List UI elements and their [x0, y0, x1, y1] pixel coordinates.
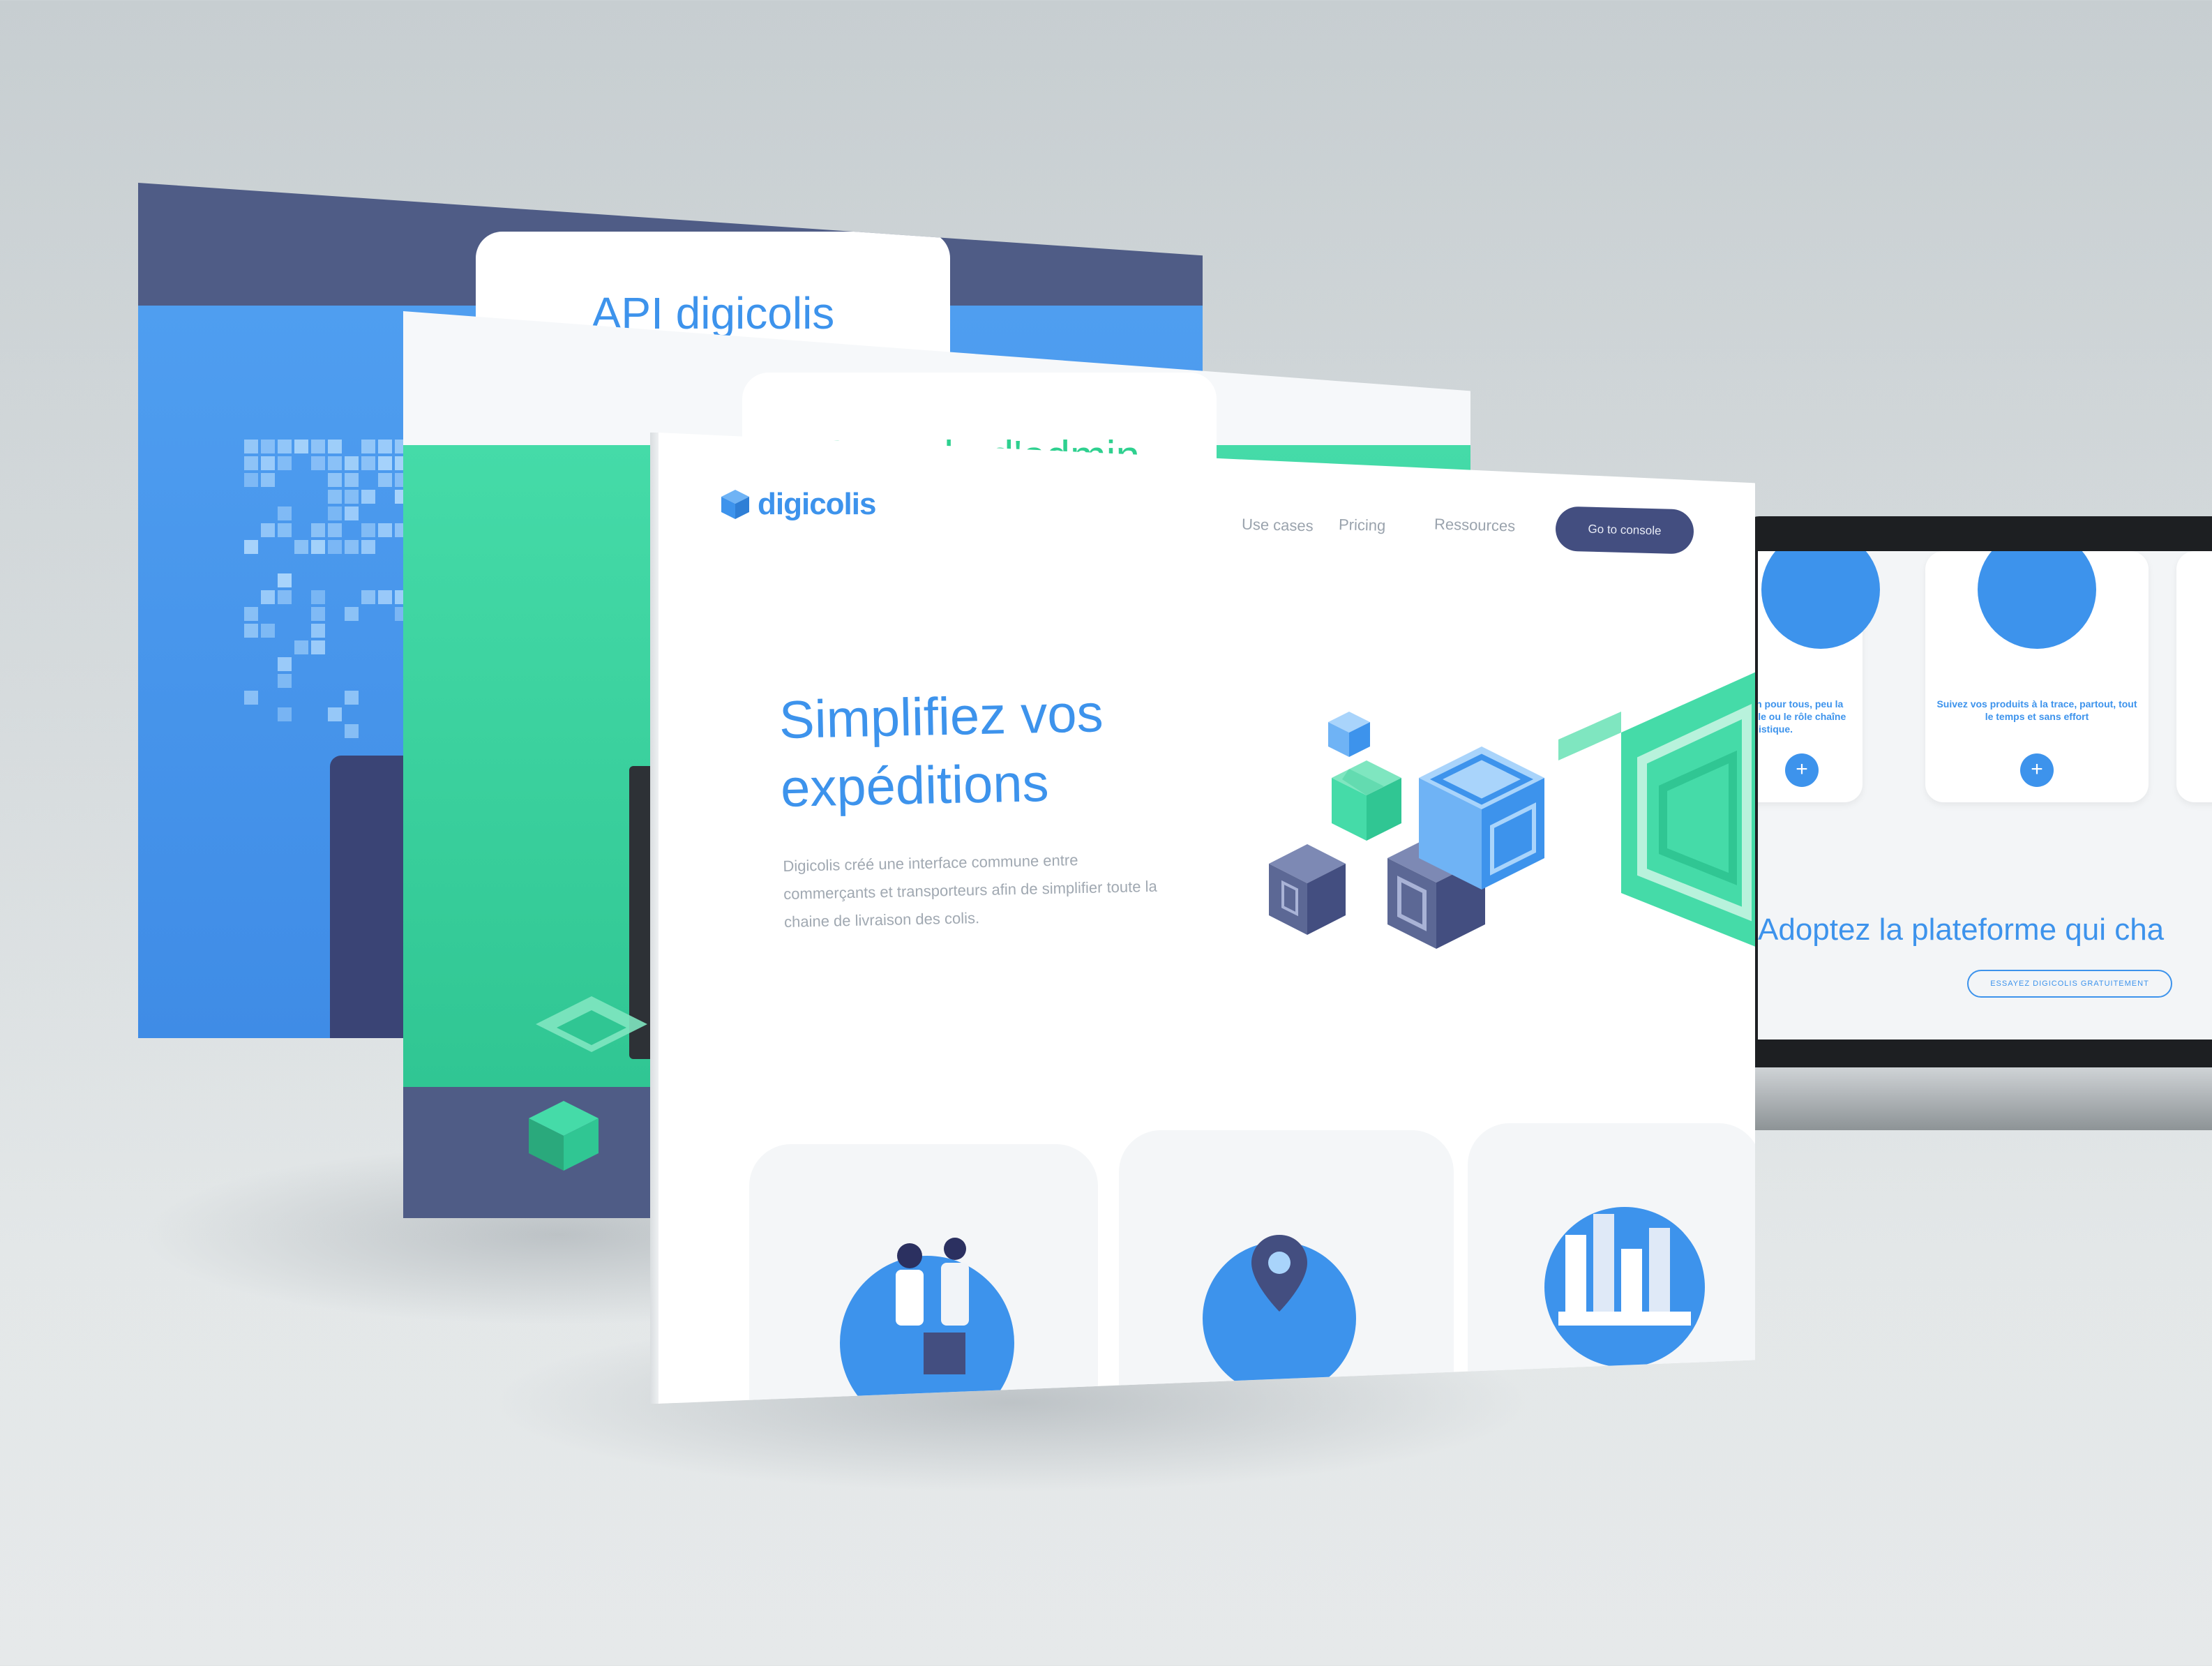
pixel [345, 473, 359, 487]
person-illustration [896, 1238, 969, 1374]
pixel [311, 523, 325, 537]
pixel [328, 490, 342, 504]
pixel [261, 523, 275, 537]
pixel [244, 607, 258, 621]
pixel [345, 607, 359, 621]
pixel [244, 473, 258, 487]
pixel [278, 440, 292, 453]
location-pin-icon [1251, 1235, 1307, 1312]
pixel [311, 540, 325, 554]
logo[interactable]: digicolis [720, 487, 876, 522]
laptop-base [1730, 1067, 2212, 1130]
section-headline: Adoptez la plateforme qui cha [1758, 913, 2165, 947]
pixel [378, 456, 392, 470]
pixel [278, 456, 292, 470]
pixel [361, 590, 375, 604]
feature-card: Suivez vos produits à la trace, partout,… [1925, 551, 2149, 802]
hero-description: Digicolis créé une interface commune ent… [783, 851, 1157, 931]
pixel [278, 523, 292, 537]
feature-card-city [1468, 1123, 1755, 1404]
pixel [278, 573, 292, 587]
pixel [311, 624, 325, 638]
feature-card-text: tion pour tous, peu la taille ou le rôle… [1758, 698, 1846, 735]
pixel [278, 674, 292, 688]
pixel [244, 691, 258, 705]
hero-title-line: Simplifiez vos [778, 684, 1104, 750]
pixel [345, 490, 359, 504]
pixel [345, 540, 359, 554]
pixel [294, 640, 308, 654]
try-free-button[interactable]: ESSAYEZ DIGICOLIS GRATUITEMENT [1967, 970, 2172, 998]
pixel [328, 540, 342, 554]
pixel [345, 691, 359, 705]
pixel [278, 506, 292, 520]
pixel [345, 724, 359, 738]
pixel [328, 440, 342, 453]
panel-edge [650, 433, 660, 1404]
pixel [278, 657, 292, 671]
pixel [378, 590, 392, 604]
pixel [244, 540, 258, 554]
feature-illustration [1761, 551, 1880, 649]
pixel [378, 473, 392, 487]
plus-icon[interactable]: + [2020, 753, 2054, 787]
green-cubes-illustration [529, 996, 647, 1171]
pixel [278, 590, 292, 604]
pixel [261, 456, 275, 470]
pixel [361, 523, 375, 537]
pixel [261, 590, 275, 604]
nav-resources[interactable]: Ressources [1434, 515, 1516, 535]
pixel [311, 456, 325, 470]
landing-page-panel: digicolis Use cases Pricing Ressources G… [659, 433, 1755, 1404]
plus-icon[interactable]: + [1785, 753, 1819, 787]
pixel [328, 473, 342, 487]
pixel [328, 523, 342, 537]
pixel [294, 440, 308, 453]
feature-card-merchants [749, 1144, 1098, 1404]
mockup-scene: API digicolis Console d'admin tion pour [0, 0, 2212, 1666]
pixel [328, 707, 342, 721]
pixel [311, 607, 325, 621]
laptop-screen: tion pour tous, peu la taille ou le rôle… [1758, 551, 2212, 1040]
pixel [361, 456, 375, 470]
logo-text: digicolis [758, 487, 876, 521]
pixel [261, 624, 275, 638]
pixel [311, 640, 325, 654]
pixel [278, 707, 292, 721]
pixel [244, 624, 258, 638]
feature-card-text: Suivez vos produits à la trace, partout,… [1936, 698, 2137, 722]
pixel [378, 440, 392, 453]
nav-pricing[interactable]: Pricing [1339, 516, 1386, 535]
pixel [361, 490, 375, 504]
nav-use-cases[interactable]: Use cases [1242, 516, 1314, 536]
pixel [261, 473, 275, 487]
pixel [361, 540, 375, 554]
cubes-illustration [1269, 670, 1755, 949]
laptop-device: tion pour tous, peu la taille ou le rôle… [1730, 516, 2212, 1172]
buildings-illustration [1558, 1214, 1691, 1326]
feature-illustration [1978, 551, 2096, 649]
feature-card-tracking [1119, 1130, 1454, 1404]
pixel [261, 440, 275, 453]
pixel [361, 440, 375, 453]
pixel [328, 506, 342, 520]
pixel [378, 523, 392, 537]
pixel [311, 590, 325, 604]
feature-card: tion pour tous, peu la taille ou le rôle… [1758, 551, 1880, 802]
go-to-console-button[interactable]: Go to console [1555, 506, 1694, 555]
feature-card [2176, 551, 2212, 802]
pixel [328, 456, 342, 470]
hero-title: Simplifiez vos expéditions [778, 676, 1270, 823]
pixel [345, 456, 359, 470]
pixel [294, 540, 308, 554]
box-logo-icon [721, 490, 749, 519]
hero-title-line: expéditions [780, 753, 1050, 818]
pixel [244, 456, 258, 470]
pixel [345, 506, 359, 520]
pixel [244, 440, 258, 453]
pixel [311, 440, 325, 453]
